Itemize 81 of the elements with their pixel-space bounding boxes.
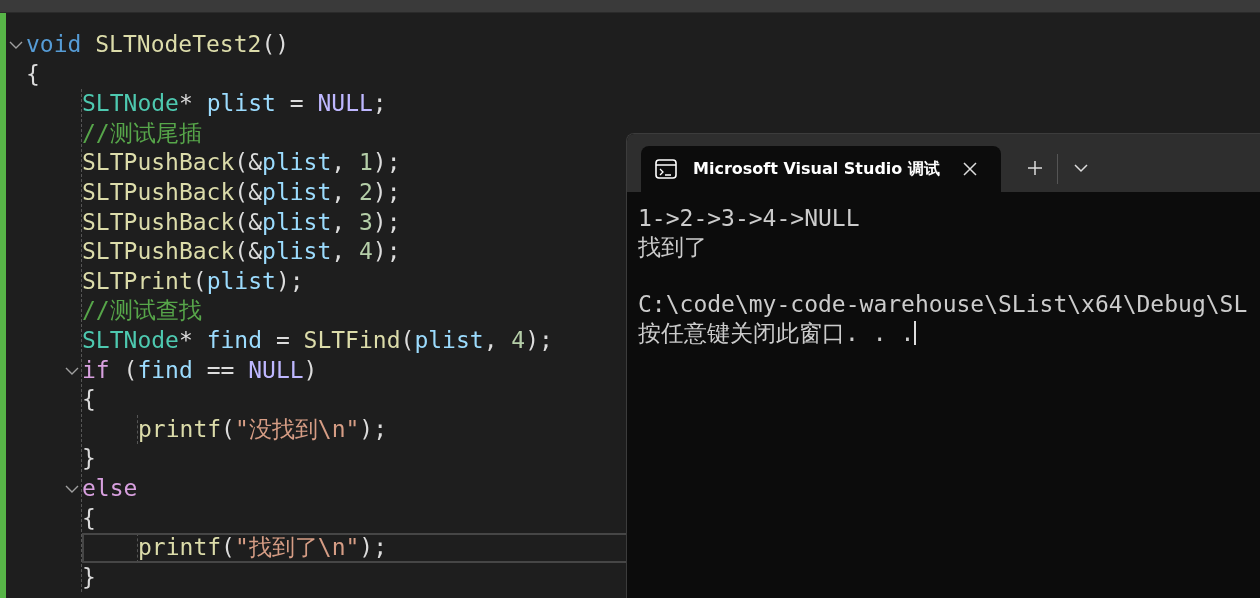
dropdown-chevron-icon[interactable] (1074, 164, 1088, 173)
variable-name: plist (262, 207, 332, 237)
number-literal: 2 (359, 177, 373, 207)
punctuation: = (274, 325, 291, 355)
variable-name: find (137, 355, 193, 385)
keyword: void (26, 30, 82, 59)
macro-name: NULL (248, 355, 304, 385)
console-output: 1->2->3->4->NULL (638, 204, 860, 233)
number-literal: 3 (359, 207, 373, 237)
punctuation: ) (303, 355, 318, 385)
function-name: SLTPushBack (82, 148, 235, 178)
punctuation: (& (234, 177, 263, 207)
string-literal: "找到了\n" (234, 533, 360, 563)
punctuation: ; (372, 89, 387, 119)
variable-name: find (206, 325, 263, 355)
punctuation: ); (359, 414, 388, 444)
fold-chevron-icon[interactable] (65, 484, 79, 494)
punctuation: } (82, 444, 96, 474)
fold-chevron-icon[interactable] (9, 41, 23, 50)
punctuation: ( (221, 414, 235, 444)
console-output: 找到了 (638, 232, 707, 262)
function-name: SLTNodeTest2 (94, 30, 262, 59)
punctuation: , (483, 325, 499, 355)
string-literal: "没找到\n" (234, 414, 360, 444)
variable-name: plist (262, 148, 332, 178)
terminal-icon (655, 159, 677, 179)
variable-name: plist (414, 325, 484, 355)
close-icon[interactable] (963, 162, 977, 176)
punctuation: ); (372, 177, 401, 207)
macro-name: NULL (317, 89, 373, 119)
punctuation: ); (372, 207, 401, 237)
punctuation: ); (372, 237, 401, 267)
variable-name: plist (262, 177, 332, 207)
keyword: else (82, 473, 138, 503)
punctuation: = (288, 89, 305, 119)
function-name: SLTPushBack (82, 207, 235, 237)
punctuation: { (82, 503, 96, 533)
code-comment: //测试尾插 (82, 118, 202, 148)
type-name: SLTNode (82, 325, 179, 355)
new-tab-icon[interactable] (1027, 160, 1043, 176)
punctuation: (& (234, 207, 263, 237)
punctuation: ( (400, 325, 415, 355)
keyword: if (82, 355, 110, 385)
type-name: SLTNode (82, 89, 179, 119)
punctuation: , (331, 207, 347, 237)
function-name: SLTFind (303, 325, 401, 355)
punctuation: , (331, 177, 347, 207)
number-literal: 4 (359, 237, 373, 267)
function-name: SLTPushBack (82, 177, 235, 207)
punctuation: , (331, 237, 347, 267)
console-output: 按任意键关闭此窗口. . . (638, 318, 915, 348)
function-name: printf (138, 533, 222, 563)
function-name: SLTPushBack (82, 237, 235, 267)
punctuation: * (178, 325, 194, 355)
punctuation: { (82, 385, 96, 415)
terminal-tab[interactable]: Microsoft Visual Studio 调试 (641, 146, 1001, 192)
variable-name: plist (206, 89, 276, 119)
punctuation: ); (359, 533, 388, 563)
punctuation: ); (372, 148, 401, 178)
punctuation: () (261, 30, 290, 59)
punctuation: ); (275, 266, 304, 296)
punctuation: ( (122, 355, 138, 385)
punctuation: { (26, 59, 40, 89)
punctuation: == (205, 355, 236, 385)
punctuation: ); (525, 325, 553, 355)
punctuation: (& (234, 148, 263, 178)
punctuation: (& (234, 237, 263, 267)
fold-chevron-icon[interactable] (65, 366, 79, 376)
number-literal: 4 (511, 325, 526, 355)
variable-name: plist (262, 237, 332, 267)
punctuation: } (82, 562, 96, 592)
punctuation: * (178, 89, 194, 119)
console-output: C:\code\my-code-warehouse\SList\x64\Debug\SL (638, 290, 1248, 319)
function-name: printf (138, 414, 222, 444)
punctuation: , (331, 148, 347, 178)
function-name: SLTPrint (82, 266, 193, 296)
number-literal: 1 (359, 148, 373, 178)
punctuation: ( (192, 266, 207, 296)
variable-name: plist (206, 266, 276, 296)
punctuation: ( (221, 533, 235, 563)
code-comment: //测试查找 (82, 296, 202, 326)
